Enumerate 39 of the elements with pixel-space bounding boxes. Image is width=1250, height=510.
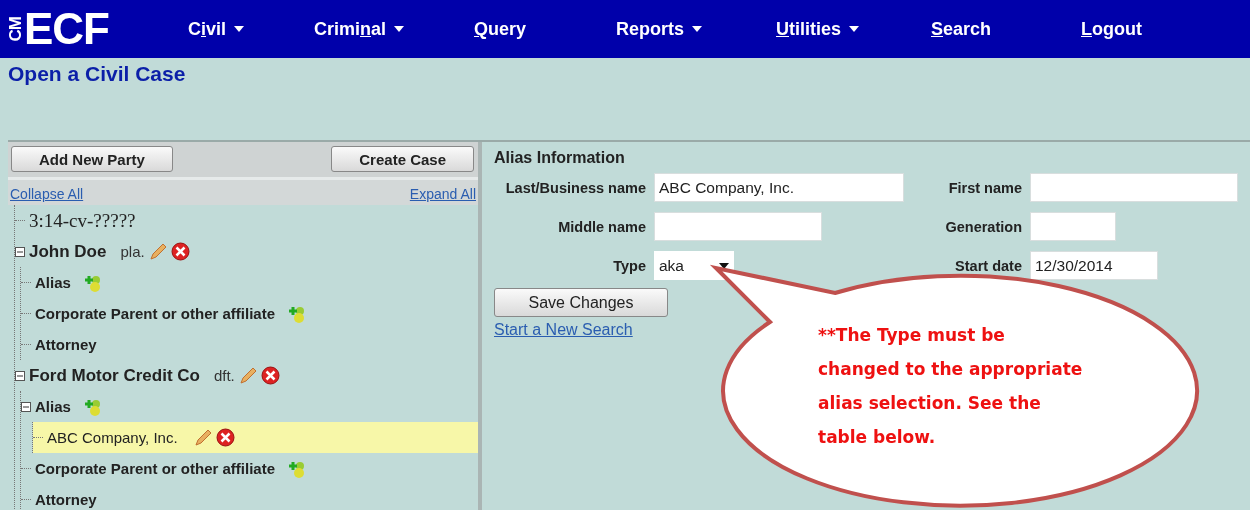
- type-select[interactable]: aka: [654, 251, 734, 280]
- menu-item[interactable]: Criminal: [314, 18, 474, 40]
- toolbar-button[interactable]: Add New Party: [11, 146, 173, 172]
- party-role: pla.: [120, 243, 145, 260]
- field-label: Last/Business name: [505, 179, 647, 196]
- section-heading: Alias Information: [494, 149, 625, 167]
- menu-item[interactable]: Logout: [1081, 18, 1142, 40]
- page-title: Open a Civil Case: [8, 62, 186, 86]
- callout-text: **The Type must be changed to the appropriate alias selection. See the table below.: [818, 324, 1083, 449]
- field-label: Start date: [955, 257, 1023, 274]
- tree-item[interactable]: Corporate Parent or other affiliate: [35, 460, 276, 477]
- field-label: Generation: [945, 218, 1023, 235]
- expand-all-link[interactable]: Expand All: [409, 186, 476, 202]
- menu-item[interactable]: Reports: [616, 18, 776, 40]
- menu-item[interactable]: Civil: [188, 18, 314, 40]
- toolbar-button[interactable]: Create Case: [331, 146, 474, 172]
- menu-item[interactable]: Utilities: [776, 18, 931, 40]
- text-field[interactable]: ABC Company, Inc.: [654, 173, 904, 202]
- tree-item[interactable]: Attorney: [35, 491, 97, 508]
- field-label: First name: [948, 179, 1023, 196]
- tree-item[interactable]: Attorney: [35, 336, 97, 353]
- tree-item[interactable]: Alias: [35, 398, 71, 415]
- text-field[interactable]: 12/30/2014: [1030, 251, 1158, 280]
- party-role: dft.: [213, 367, 235, 384]
- menu-item[interactable]: Query: [474, 18, 616, 40]
- case-number: 3:14-cv-?????: [29, 209, 136, 232]
- alias-name[interactable]: ABC Company, Inc.: [47, 429, 178, 446]
- collapse-all-link[interactable]: Collapse All: [10, 186, 84, 202]
- tree-row[interactable]: ABC Company, Inc.: [33, 422, 478, 453]
- new-search-link[interactable]: Start a New Search: [494, 321, 633, 338]
- tree-item[interactable]: Alias: [35, 274, 71, 291]
- tree-item[interactable]: Corporate Parent or other affiliate: [35, 305, 276, 322]
- save-changes-button[interactable]: Save Changes: [494, 288, 668, 317]
- party-name[interactable]: Ford Motor Credit Co: [29, 365, 200, 386]
- menu-item[interactable]: Search: [931, 18, 1081, 40]
- party-name[interactable]: John Doe: [29, 241, 107, 262]
- field-label: Type: [613, 257, 647, 274]
- logo: CM ECF: [8, 7, 110, 51]
- field-label: Middle name: [558, 218, 647, 235]
